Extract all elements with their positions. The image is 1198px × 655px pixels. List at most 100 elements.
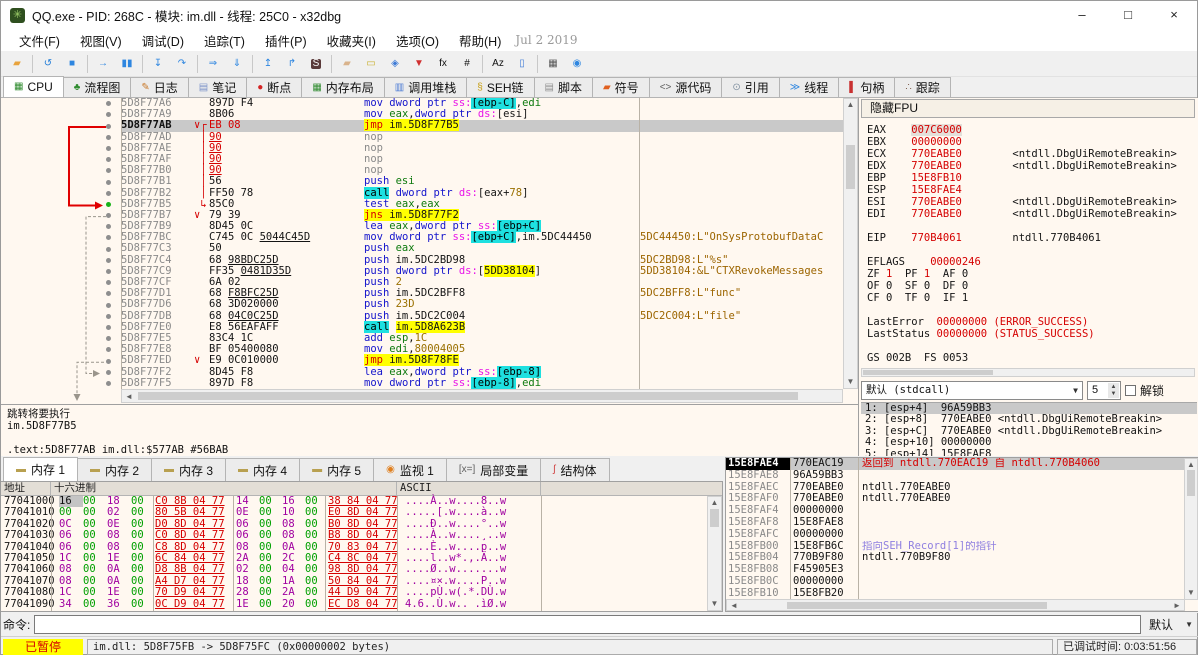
argument-count-spinner[interactable]: 5 ▲ ▼: [1087, 380, 1121, 400]
call-arguments-list[interactable]: 1: [esp+4] 96A59BB3 2: [esp+8] 770EABE0 <…: [861, 402, 1197, 456]
stack-hscrollbar[interactable]: ◄ ►: [726, 599, 1185, 611]
register-line[interactable]: EAX 007C6000: [867, 124, 1197, 136]
hide-fpu-button[interactable]: 隐藏FPU: [861, 99, 1195, 118]
stack-row[interactable]: 15E8FB10 15E8FB20: [726, 587, 1198, 600]
calling-convention-select[interactable]: 默认 (stdcall) ▼: [861, 380, 1083, 400]
menu-视图(V)[interactable]: 视图(V): [70, 29, 132, 52]
tab-内存 4[interactable]: ▬ 内存 4: [225, 458, 301, 481]
memory-row[interactable]: 77041080 1C 00 1E 00 70 D9 04 77 28 00 2A 00 44 D9…: [1, 586, 722, 598]
tab-笔记[interactable]: ▤ 笔记: [187, 77, 248, 97]
register-line[interactable]: EFLAGS 00000246: [867, 256, 1197, 268]
stack-row[interactable]: 15E8FB0C 00000000: [726, 575, 1198, 588]
tab-内存 3[interactable]: ▬ 内存 3: [151, 458, 227, 481]
toolbar-function-icon[interactable]: fx: [431, 53, 455, 75]
menu-选项(O)[interactable]: 选项(O): [386, 29, 449, 52]
tab-内存 5[interactable]: ▬ 内存 5: [299, 458, 375, 481]
menu-收藏夹(I)[interactable]: 收藏夹(I): [317, 29, 386, 52]
toolbar-execute-till-return-icon[interactable]: ⇒: [201, 53, 225, 75]
toolbar-ordinal-icon[interactable]: #: [455, 53, 479, 75]
menu-追踪(T)[interactable]: 追踪(T): [194, 29, 255, 52]
toolbar-label-icon[interactable]: ◈: [383, 53, 407, 75]
toolbar-step-into-icon[interactable]: ↧: [146, 53, 170, 75]
argument-row[interactable]: 4: [esp+10] 00000000: [861, 436, 1197, 448]
stack-row[interactable]: 15E8FAE8 96A59BB3: [726, 469, 1198, 482]
register-line[interactable]: LastError 00000000 (ERROR_SUCCESS): [867, 316, 1197, 328]
toolbar-source-device-icon[interactable]: ▯: [510, 53, 534, 75]
tab-日志[interactable]: ✎ 日志: [130, 77, 189, 97]
stack-row[interactable]: 15E8FAF8 15E8FAE8: [726, 516, 1198, 529]
register-line[interactable]: [867, 340, 1197, 352]
tab-内存布局[interactable]: ▦ 内存布局: [301, 77, 385, 97]
toolbar-bookmark-icon[interactable]: ▼: [407, 53, 431, 75]
toolbar-scylla-icon[interactable]: S: [304, 53, 328, 75]
tab-线程[interactable]: ≫ 线程: [778, 77, 840, 97]
maximize-button[interactable]: □: [1105, 1, 1151, 29]
disasm-vscrollbar[interactable]: ▲ ▼: [843, 98, 858, 389]
register-line[interactable]: ECX 770EABE0 <ntdll.DbgUiRemoteBreakin>: [867, 148, 1197, 160]
unlock-checkbox[interactable]: [1125, 384, 1136, 396]
memory-row[interactable]: 77041090 34 00 36 00 0C D9 04 77 1E 00 20 00 EC D8…: [1, 598, 722, 610]
toolbar-calculator-icon[interactable]: ▦: [541, 53, 565, 75]
command-mode-select[interactable]: 默认 ▼: [1145, 615, 1197, 634]
tab-SEH链[interactable]: § SEH链: [466, 77, 535, 97]
stack-vscrollbar[interactable]: ▲ ▼: [1184, 458, 1198, 600]
tab-内存 2[interactable]: ▬ 内存 2: [77, 458, 153, 481]
toolbar-step-over-icon[interactable]: ↷: [170, 53, 194, 75]
tab-跟踪[interactable]: ∴ 跟踪: [894, 77, 951, 97]
command-input[interactable]: [34, 615, 1141, 634]
stack-row[interactable]: 15E8FAFC 00000000: [726, 528, 1198, 541]
tab-引用[interactable]: ⊙ 引用: [721, 77, 780, 97]
memory-vscrollbar[interactable]: ▲ ▼: [707, 496, 722, 611]
register-line[interactable]: ZF 1 PF 1 AF 0: [867, 268, 1197, 280]
disasm-hscrollbar[interactable]: ◄: [121, 389, 843, 403]
register-line[interactable]: EBX 00000000: [867, 136, 1197, 148]
spinner-down-icon[interactable]: ▼: [1108, 389, 1119, 398]
registers-panel[interactable]: 隐藏FPU EAX 007C6000 EBX 00000000 ECX 770EAB…: [859, 98, 1198, 456]
menu-帮助(H)[interactable]: 帮助(H): [449, 29, 511, 52]
tab-结构体[interactable]: ʃ 结构体: [540, 458, 610, 481]
toolbar-step-out-icon[interactable]: ↥: [256, 53, 280, 75]
register-line[interactable]: [867, 304, 1197, 316]
toolbar-close-icon[interactable]: ■: [60, 53, 84, 75]
close-button[interactable]: ×: [1151, 1, 1197, 29]
register-line[interactable]: EDI 770EABE0 <ntdll.DbgUiRemoteBreakin>: [867, 208, 1197, 220]
minimize-button[interactable]: –: [1059, 1, 1105, 29]
stack-panel[interactable]: 15E8FAE4 770EAC19 返回到 ntdll.770EAC19 自 ntd…: [725, 457, 1198, 612]
tab-脚本[interactable]: ▤ 脚本: [533, 77, 593, 97]
toolbar-text-icon[interactable]: Az: [486, 53, 510, 75]
toolbar-comment-icon[interactable]: ▭: [359, 53, 383, 75]
memory-row[interactable]: 77041030 06 00 08 00 C0 8D 04 77 06 00 08 00 B8 8D…: [1, 529, 722, 541]
register-line[interactable]: ESI 770EABE0 <ntdll.DbgUiRemoteBreakin>: [867, 196, 1197, 208]
menu-文件(F)[interactable]: 文件(F): [9, 29, 70, 52]
register-list[interactable]: EAX 007C6000 EBX 00000000 ECX 770EABE0 <nt…: [867, 124, 1197, 364]
toolbar-patch-icon[interactable]: ▰: [335, 53, 359, 75]
tab-监视 1[interactable]: ◉ 监视 1: [373, 458, 447, 481]
register-line[interactable]: [867, 220, 1197, 232]
tab-流程图[interactable]: ♣ 流程图: [62, 77, 132, 97]
toolbar-restart-icon[interactable]: ↺: [36, 53, 60, 75]
register-line[interactable]: CF 0 TF 0 IF 1: [867, 292, 1197, 304]
memory-dump-panel[interactable]: 地址 十六进制 ASCII 77041000 16 00 18 00 C0 8B 04 7…: [1, 481, 723, 612]
tab-调用堆栈[interactable]: ▥ 调用堆栈: [383, 77, 468, 97]
disassembly-panel[interactable]: 5D8F77A6 897D F4 mov dword ptr ss:[ebp-C],…: [1, 98, 859, 404]
register-line[interactable]: ESP 15E8FAE4: [867, 184, 1197, 196]
register-line[interactable]: GS 002B FS 0053: [867, 352, 1197, 364]
registers-hscrollbar[interactable]: [861, 368, 1195, 377]
register-line[interactable]: LastStatus 00000000 (STATUS_SUCCESS): [867, 328, 1197, 340]
register-line[interactable]: EBP 15E8FB10: [867, 172, 1197, 184]
tab-断点[interactable]: ● 断点: [246, 77, 303, 97]
toolbar-pause-icon[interactable]: ▮▮: [115, 53, 139, 75]
tab-CPU[interactable]: ▦ CPU: [3, 76, 64, 97]
disasm-row[interactable]: 5D8F77AB ∨┌ EB 08 jmp im.5D8F77B5: [1, 119, 858, 132]
register-line[interactable]: [867, 244, 1197, 256]
toolbar-run-icon[interactable]: →: [91, 53, 115, 75]
tab-源代码[interactable]: <> 源代码: [648, 77, 723, 97]
menu-插件(P)[interactable]: 插件(P): [255, 29, 317, 52]
disasm-row[interactable]: 5D8F77F5 897D F8 mov dword ptr ss:[ebp-8],…: [1, 376, 858, 389]
tab-局部变量[interactable]: [x=] 局部变量: [445, 458, 542, 481]
register-line[interactable]: EDX 770EABE0 <ntdll.DbgUiRemoteBreakin>: [867, 160, 1197, 172]
toolbar-open-folder-icon[interactable]: ▰: [5, 53, 29, 75]
toolbar-trace-into-icon[interactable]: ⇓: [225, 53, 249, 75]
tab-符号[interactable]: ▰ 符号: [591, 77, 650, 97]
toolbar-internet-icon[interactable]: ◉: [565, 53, 589, 75]
